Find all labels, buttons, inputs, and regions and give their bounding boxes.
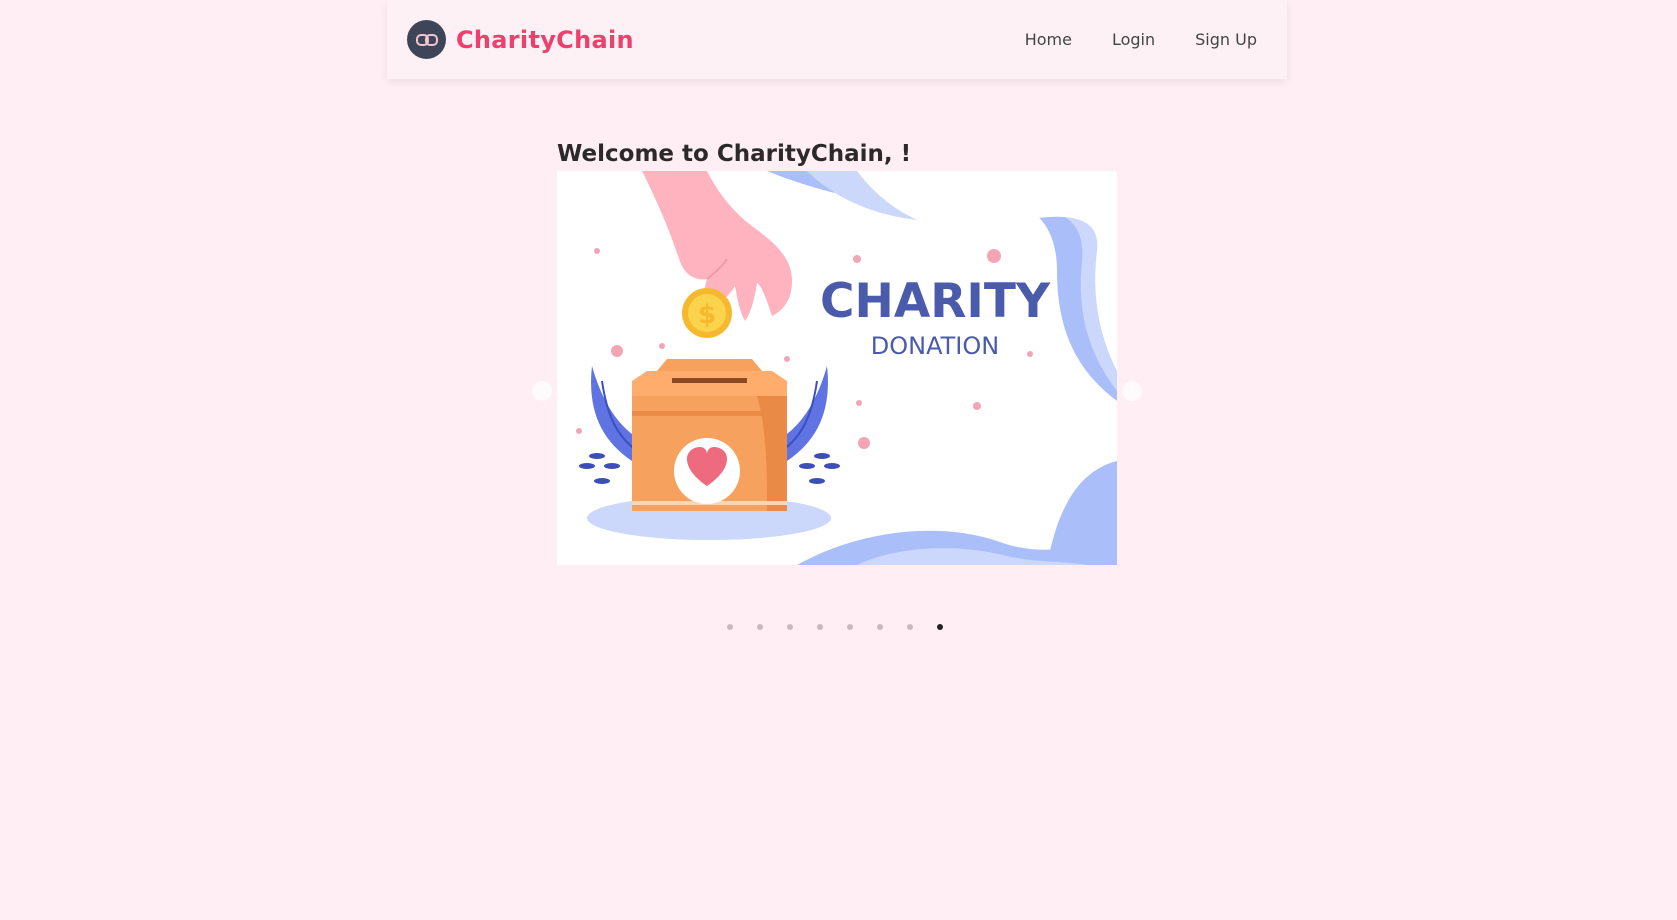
chevron-right-icon[interactable]: ›: [1122, 381, 1142, 401]
nav-signup-link[interactable]: Sign Up: [1195, 30, 1257, 49]
chevron-left-icon[interactable]: ‹: [532, 381, 552, 401]
carousel-indicators: [727, 624, 943, 630]
nav-home-link[interactable]: Home: [1025, 30, 1072, 49]
navbar: CharityChain Home Login Sign Up: [387, 0, 1287, 79]
slide-title: CHARITY: [820, 274, 1051, 329]
nav-links: Home Login Sign Up: [1025, 30, 1257, 49]
carousel-indicator-2[interactable]: [757, 624, 763, 630]
carousel: $ CHARITY DONATION: [557, 171, 1117, 565]
carousel-indicator-3[interactable]: [787, 624, 793, 630]
carousel-indicator-7[interactable]: [907, 624, 913, 630]
carousel-indicator-6[interactable]: [877, 624, 883, 630]
nav-login-link[interactable]: Login: [1112, 30, 1155, 49]
carousel-slide-image: $ CHARITY DONATION: [576, 171, 1117, 565]
link-icon: [407, 20, 446, 59]
carousel-indicator-5[interactable]: [847, 624, 853, 630]
brand-name: CharityChain: [456, 25, 634, 54]
brand-link[interactable]: CharityChain: [407, 20, 634, 59]
svg-text:$: $: [698, 300, 716, 330]
welcome-heading: Welcome to CharityChain, !: [557, 141, 912, 167]
carousel-indicator-1[interactable]: [727, 624, 733, 630]
slide-subtitle: DONATION: [871, 332, 999, 360]
carousel-indicator-8[interactable]: [937, 624, 943, 630]
carousel-indicator-4[interactable]: [817, 624, 823, 630]
